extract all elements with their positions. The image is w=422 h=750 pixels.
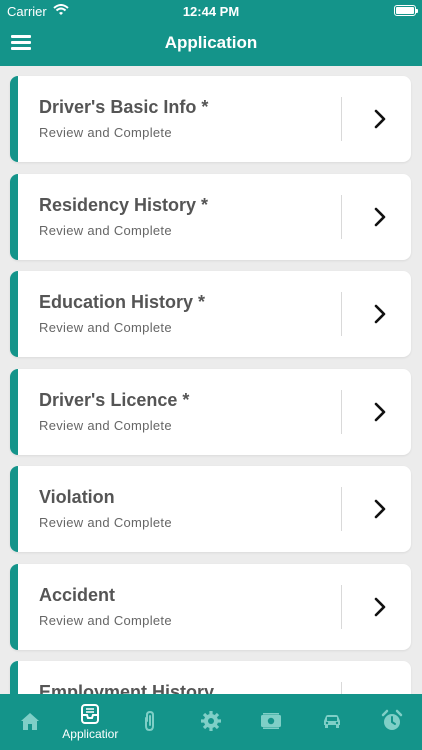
- section-subtitle: Review and Complete: [39, 320, 172, 335]
- battery-icon: [394, 5, 418, 16]
- bottom-tab-bar: Applicatior: [0, 694, 422, 750]
- paperclip-icon: [144, 710, 154, 732]
- chevron-right-icon[interactable]: [373, 402, 387, 422]
- section-title: Accident: [39, 584, 116, 605]
- section-card[interactable]: Violation Review and Complete: [10, 466, 411, 552]
- card-divider: [341, 97, 342, 141]
- tab-label: Applicatior: [62, 727, 119, 741]
- gear-icon: [200, 711, 221, 731]
- chevron-right-icon[interactable]: [373, 304, 387, 324]
- car-icon: [323, 715, 340, 728]
- application-section-list: Driver's Basic Info * Review and Complete…: [0, 66, 422, 694]
- tab-car[interactable]: [302, 694, 362, 750]
- status-bar: Carrier 12:44 PM: [0, 0, 422, 24]
- card-divider: [341, 389, 342, 434]
- clock-time: 12:44 PM: [182, 4, 240, 19]
- chevron-right-icon[interactable]: [373, 109, 387, 129]
- section-card[interactable]: Education History * Review and Complete: [10, 271, 411, 357]
- card-divider: [341, 487, 342, 531]
- tab-gear[interactable]: [181, 694, 241, 750]
- tab-paperclip[interactable]: [121, 694, 181, 750]
- tab-inbox-tray[interactable]: Applicatior: [60, 694, 120, 750]
- tab-money[interactable]: [241, 694, 301, 750]
- section-title: Violation: [39, 487, 115, 507]
- tab-alarm-clock[interactable]: [362, 694, 422, 750]
- section-card[interactable]: Driver's Licence * Review and Complete: [10, 368, 411, 455]
- section-title: Residency History *: [39, 194, 209, 215]
- section-subtitle: Review and Complete: [39, 125, 172, 140]
- home-icon: [21, 713, 39, 730]
- section-subtitle: Review and Complete: [39, 612, 172, 628]
- section-subtitle: Review and Complete: [39, 222, 172, 238]
- inbox-tray-icon: [81, 704, 100, 724]
- tab-home[interactable]: [0, 694, 60, 750]
- section-title: Education History *: [39, 292, 206, 312]
- alarm-clock-icon: [381, 709, 403, 730]
- card-divider: [341, 682, 342, 694]
- section-card[interactable]: Employment History: [10, 661, 411, 694]
- chevron-right-icon[interactable]: [373, 499, 387, 519]
- chevron-right-icon[interactable]: [373, 207, 387, 227]
- section-title: Driver's Basic Info *: [39, 97, 209, 117]
- card-divider: [341, 194, 342, 239]
- section-title: Employment History: [39, 682, 215, 694]
- chevron-right-icon[interactable]: [373, 597, 387, 617]
- money-icon: [261, 713, 282, 729]
- section-card[interactable]: Residency History * Review and Complete: [10, 173, 411, 260]
- card-divider: [341, 584, 342, 629]
- card-divider: [341, 292, 342, 336]
- section-card[interactable]: Driver's Basic Info * Review and Complete: [10, 76, 411, 162]
- section-subtitle: Review and Complete: [39, 515, 172, 530]
- section-subtitle: Review and Complete: [39, 417, 172, 433]
- page-title: Application: [164, 33, 258, 52]
- section-card[interactable]: Accident Review and Complete: [10, 563, 411, 650]
- top-app-bar: Carrier 12:44 PM Application: [0, 0, 422, 66]
- section-title: Driver's Licence *: [39, 389, 190, 410]
